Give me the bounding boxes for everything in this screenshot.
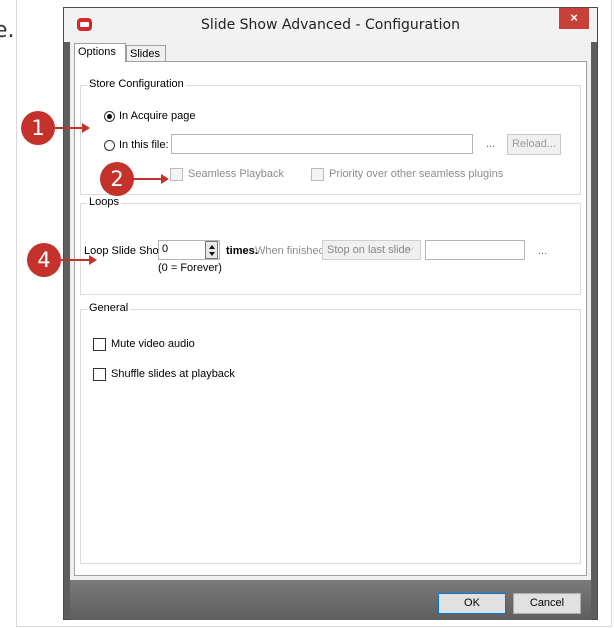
tab-slides[interactable]: Slides xyxy=(126,45,166,62)
shuffle-slides-checkbox[interactable] xyxy=(93,368,106,381)
seamless-playback-checkbox[interactable] xyxy=(170,168,183,181)
mute-video-audio-checkbox[interactable] xyxy=(93,338,106,351)
annotation-marker-4: 4 xyxy=(27,243,61,277)
window-title: Slide Show Advanced - Configuration xyxy=(201,17,460,33)
ok-button[interactable]: OK xyxy=(438,593,506,614)
reload-button[interactable]: Reload... xyxy=(507,134,561,155)
annotation-arrow-2-head xyxy=(161,174,169,184)
spinner-down-icon xyxy=(209,252,215,256)
tab-options[interactable]: Options xyxy=(74,43,126,62)
browse-file-button[interactable]: ... xyxy=(486,138,495,150)
times-label: times. xyxy=(226,245,258,257)
close-icon: × xyxy=(570,10,578,25)
shuffle-slides-label[interactable]: Shuffle slides at playback xyxy=(111,368,235,380)
in-file-radio[interactable] xyxy=(104,140,115,151)
close-button[interactable]: × xyxy=(559,8,589,29)
configuration-dialog: Slide Show Advanced - Configuration × Op… xyxy=(63,7,598,620)
loop-count-spinner[interactable] xyxy=(205,241,218,259)
dialog-footer: OK Cancel xyxy=(70,580,591,620)
general-group: General Mute video audio Shuffle slides … xyxy=(80,302,581,564)
spinner-up-icon xyxy=(209,245,215,249)
when-finished-label: When finished xyxy=(255,245,325,257)
title-bar[interactable]: Slide Show Advanced - Configuration × xyxy=(64,8,597,42)
finish-target-input[interactable] xyxy=(425,240,525,260)
annotation-arrow-1 xyxy=(54,127,82,129)
mute-video-audio-label[interactable]: Mute video audio xyxy=(111,338,195,350)
store-configuration-legend: Store Configuration xyxy=(87,78,186,90)
document-text-fragment: e. xyxy=(0,18,15,43)
in-acquire-radio[interactable] xyxy=(104,111,115,122)
seamless-playback-label[interactable]: Seamless Playback xyxy=(188,168,284,180)
file-path-input[interactable] xyxy=(171,134,473,154)
chevron-down-icon: ⌵ xyxy=(406,243,414,254)
general-legend: General xyxy=(87,302,131,314)
dialog-client-area: Options Slides Store Configuration In Ac… xyxy=(70,42,591,580)
annotation-arrow-4 xyxy=(60,259,90,261)
annotation-arrow-4-head xyxy=(89,255,97,265)
priority-seamless-label[interactable]: Priority over other seamless plugins xyxy=(329,168,503,180)
priority-seamless-checkbox[interactable] xyxy=(311,168,324,181)
annotation-arrow-1-head xyxy=(82,123,90,133)
forever-note: (0 = Forever) xyxy=(158,262,222,274)
loops-legend: Loops xyxy=(87,196,121,208)
options-panel: Store Configuration In Acquire page In t… xyxy=(74,61,587,576)
loops-group: Loops Loop Slide Show 0 times. When fini… xyxy=(80,196,581,295)
browse-target-button[interactable]: ... xyxy=(538,245,547,257)
cancel-button[interactable]: Cancel xyxy=(513,593,581,614)
in-file-label[interactable]: In this file: xyxy=(119,139,169,151)
annotation-marker-1: 1 xyxy=(21,111,55,145)
when-finished-value: Stop on last slide xyxy=(327,244,411,256)
in-acquire-label[interactable]: In Acquire page xyxy=(119,110,195,122)
when-finished-select[interactable]: Stop on last slide ⌵ xyxy=(322,240,421,260)
annotation-marker-2: 2 xyxy=(100,162,134,196)
annotation-arrow-2 xyxy=(133,178,161,180)
